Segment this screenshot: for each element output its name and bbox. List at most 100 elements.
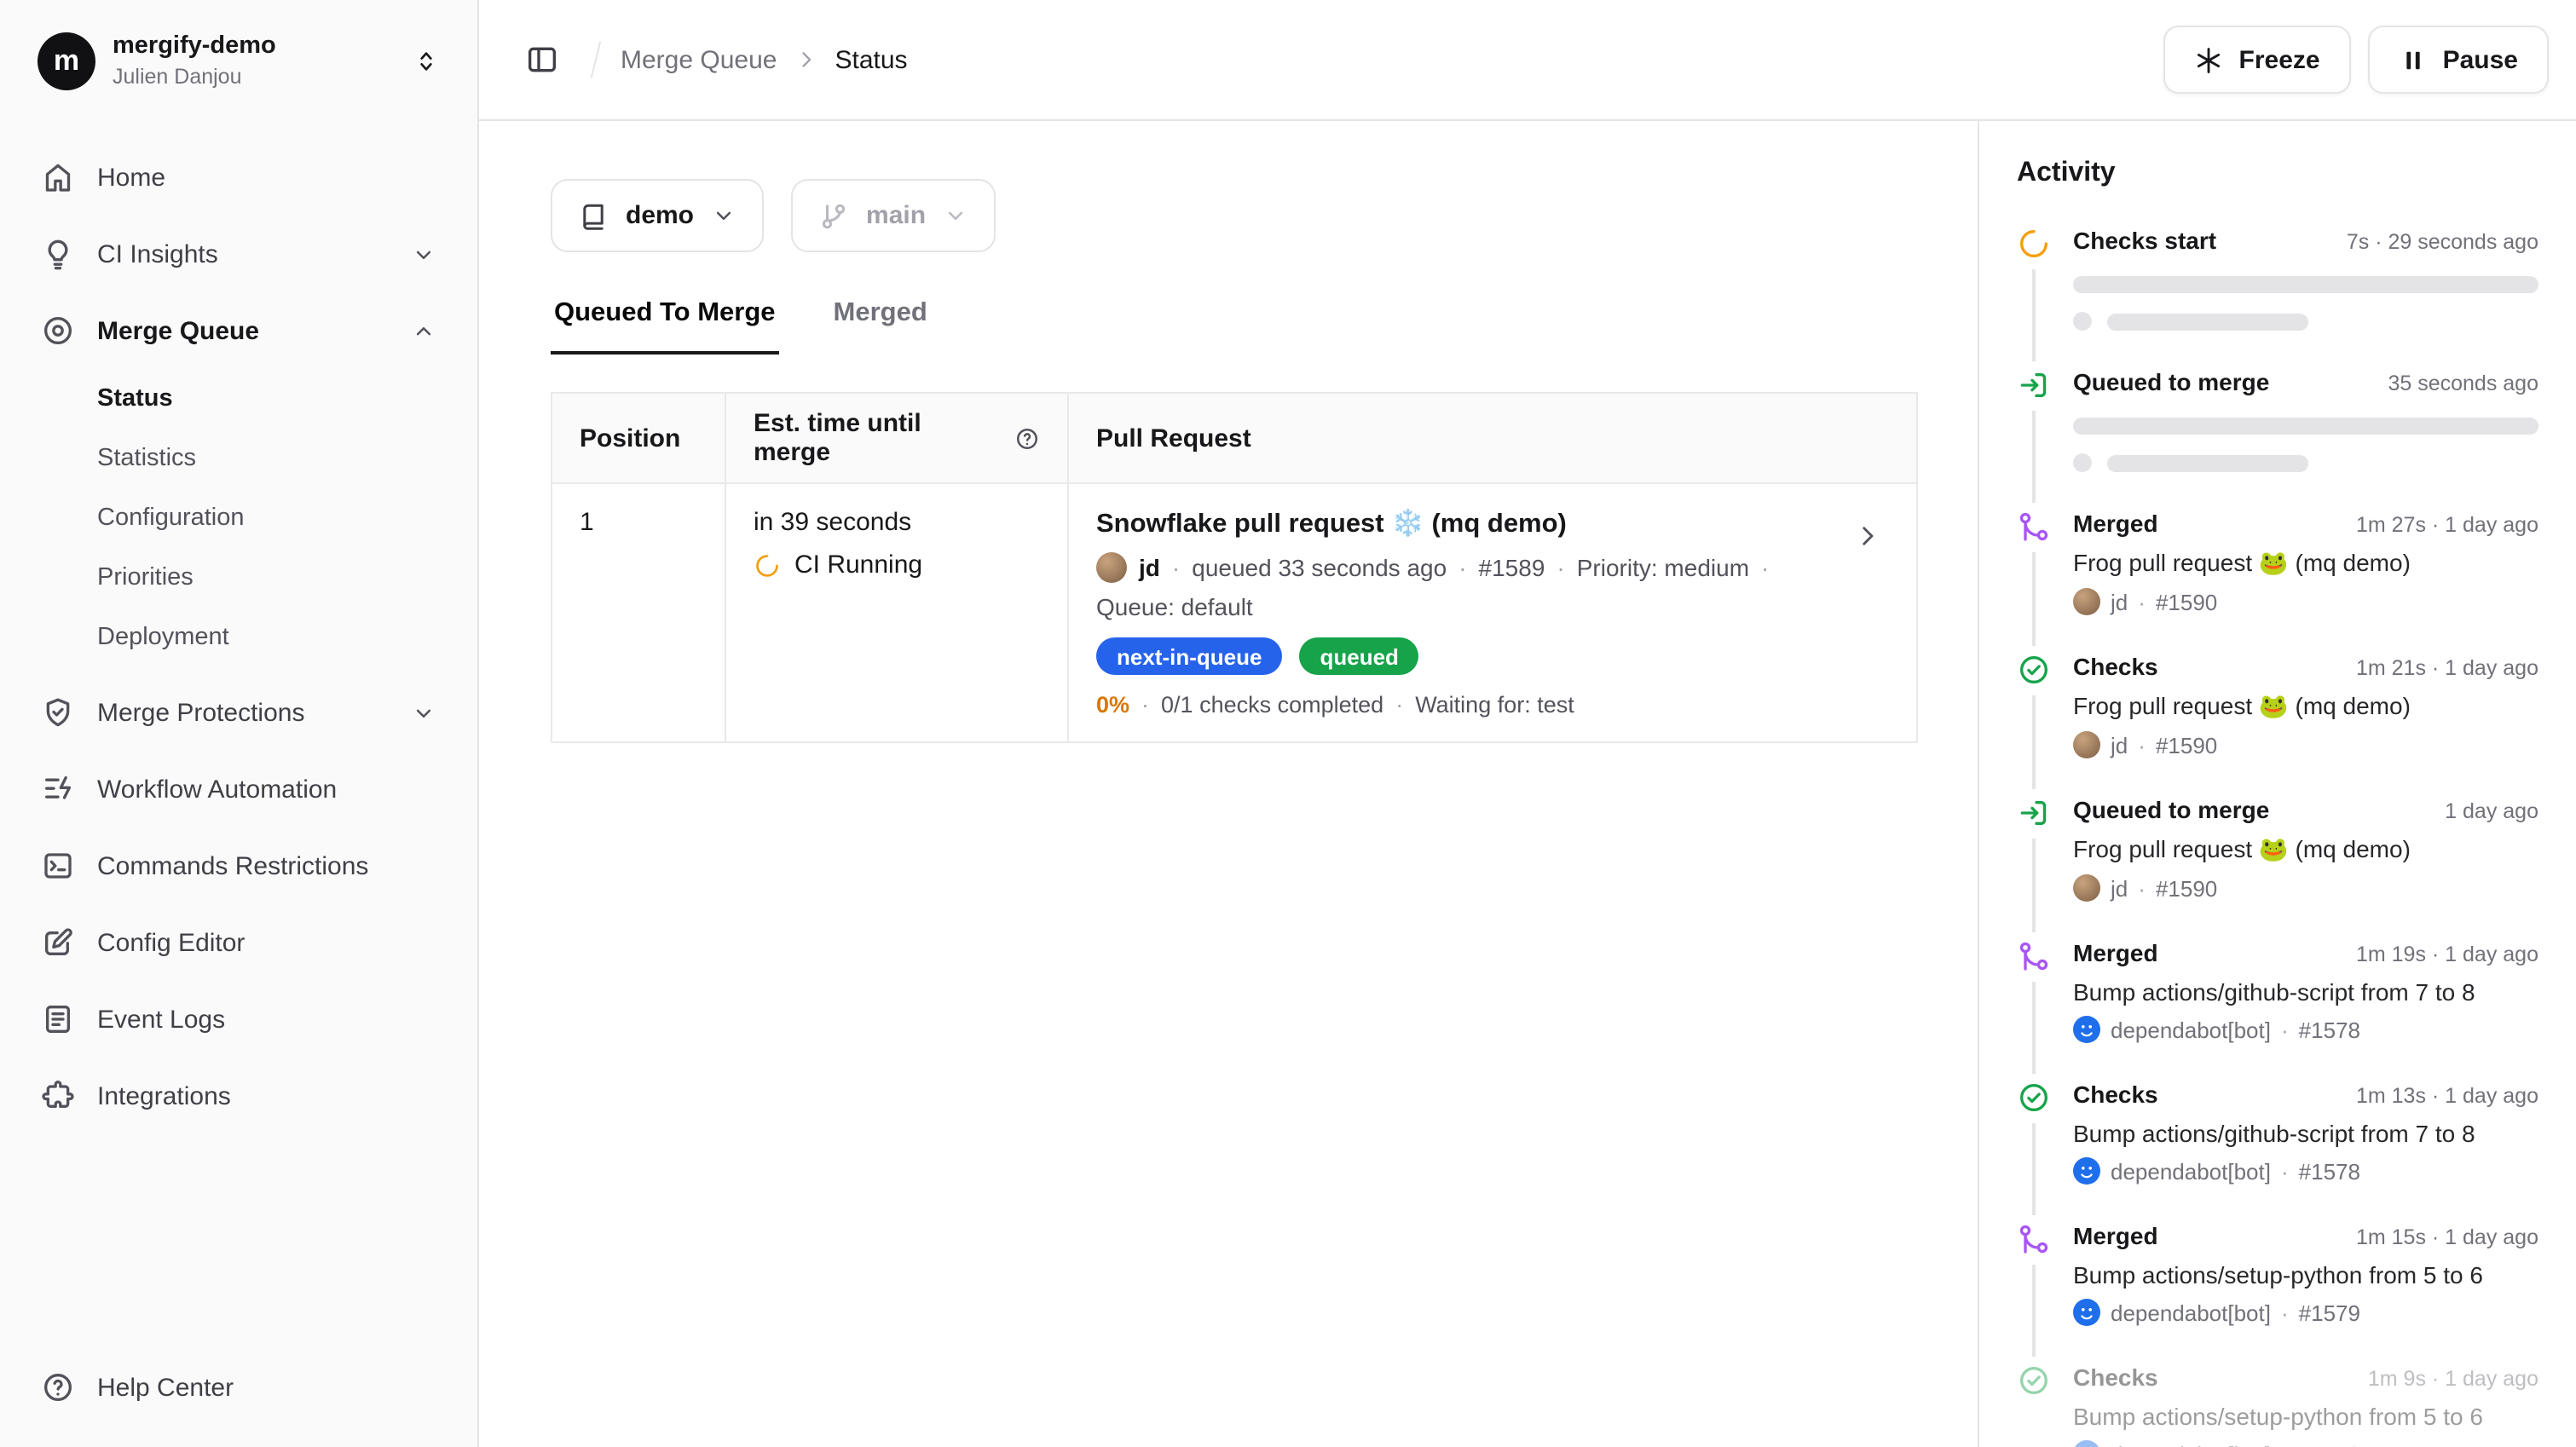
branch-select[interactable]: main xyxy=(791,179,996,252)
sidebar-item-home[interactable]: Home xyxy=(24,145,453,210)
column-label: Pull Request xyxy=(1096,424,1251,453)
sidebar-item-label: Commands Restrictions xyxy=(97,851,368,880)
skeleton-bar xyxy=(2073,418,2538,435)
event-time: 1m 15s · 1 day ago xyxy=(2356,1225,2538,1249)
sidebar-item-ci-insights[interactable]: CI Insights xyxy=(24,222,453,286)
branch-value: main xyxy=(866,201,926,230)
chevron-down-icon xyxy=(711,203,736,228)
sidebar-item-config-editor[interactable]: Config Editor xyxy=(24,910,453,975)
row-position: 1 xyxy=(552,484,726,742)
sidebar-item-configuration[interactable]: Configuration xyxy=(24,489,453,545)
activity-event[interactable]: Merged 1m 15s · 1 day ago Bump actions/s… xyxy=(2017,1222,2538,1326)
sidebar-nav: Home CI Insights Merge Queue Status Stat… xyxy=(24,145,453,1140)
sidebar-item-deployment[interactable]: Deployment xyxy=(24,608,453,665)
sidebar-item-priorities[interactable]: Priorities xyxy=(24,549,453,605)
skeleton-row xyxy=(2073,312,2538,331)
event-time: 7s · 29 seconds ago xyxy=(2347,230,2538,254)
event-header: Checks 1m 9s · 1 day ago xyxy=(2073,1363,2538,1391)
event-pr-number: #1578 xyxy=(2299,1017,2360,1042)
pr-checks: 0% · 0/1 checks completed · Waiting for:… xyxy=(1096,693,1889,718)
pause-label: Pause xyxy=(2443,45,2518,74)
repository-select[interactable]: demo xyxy=(551,179,764,252)
sidebar-item-label: Help Center xyxy=(97,1373,234,1402)
selectors: demo main xyxy=(551,179,1918,252)
separator: · xyxy=(1557,552,1564,583)
event-time: 1m 21s · 1 day ago xyxy=(2356,656,2538,680)
event-pr-title: Bump actions/setup-python from 5 to 6 xyxy=(2073,1403,2538,1430)
activity-event[interactable]: Checks start 7s · 29 seconds ago xyxy=(2017,227,2538,331)
terminal-icon xyxy=(41,849,75,883)
separator: · xyxy=(2281,1300,2289,1325)
org-switcher[interactable]: m mergify-demo Julien Danjou xyxy=(24,20,453,101)
sidebar-item-label: Integrations xyxy=(97,1081,231,1110)
column-est-time: Est. time until merge xyxy=(726,394,1069,482)
sidebar-item-integrations[interactable]: Integrations xyxy=(24,1064,453,1128)
sidebar-item-statistics[interactable]: Statistics xyxy=(24,429,453,486)
pause-icon xyxy=(2399,45,2428,74)
event-time: 1m 13s · 1 day ago xyxy=(2356,1084,2538,1108)
freeze-button[interactable]: Freeze xyxy=(2164,26,2351,94)
skeleton-bar xyxy=(2107,313,2308,330)
activity-event[interactable]: Queued to merge 35 seconds ago xyxy=(2017,368,2538,472)
breadcrumb-merge-queue[interactable]: Merge Queue xyxy=(621,45,777,74)
activity-event[interactable]: Queued to merge 1 day ago Frog pull requ… xyxy=(2017,796,2538,902)
sidebar-item-status[interactable]: Status xyxy=(24,370,453,426)
pencil-square-icon xyxy=(41,925,75,960)
queue-table-header: Position Est. time until merge Pull Requ… xyxy=(552,394,1916,484)
org-avatar-letter: m xyxy=(54,43,79,78)
dependabot-icon xyxy=(2073,1299,2100,1326)
event-author: dependabot[bot] xyxy=(2111,1441,2271,1447)
sidebar-item-merge-queue[interactable]: Merge Queue xyxy=(24,298,453,363)
event-pr-title: Bump actions/setup-python from 5 to 6 xyxy=(2073,1261,2538,1288)
queue-row[interactable]: 1 in 39 seconds CI Running Snowflake pul… xyxy=(552,484,1916,742)
tab-queued-to-merge[interactable]: Queued To Merge xyxy=(551,298,779,355)
event-author: dependabot[bot] xyxy=(2111,1300,2271,1325)
org-name: mergify-demo xyxy=(113,31,396,63)
topbar: Merge Queue Status Freeze Pause xyxy=(479,0,2576,121)
row-est-time: in 39 seconds CI Running xyxy=(726,484,1069,742)
activity-event[interactable]: Checks 1m 21s · 1 day ago Frog pull requ… xyxy=(2017,653,2538,758)
activity-event[interactable]: Checks 1m 13s · 1 day ago Bump actions/g… xyxy=(2017,1081,2538,1185)
sidebar-item-event-logs[interactable]: Event Logs xyxy=(24,987,453,1052)
sidebar-item-workflow-automation[interactable]: Workflow Automation xyxy=(24,757,453,822)
avatar xyxy=(1096,552,1127,583)
checks-waiting-for: Waiting for: test xyxy=(1415,693,1574,718)
skeleton-row xyxy=(2073,453,2538,472)
event-meta: jd · #1590 xyxy=(2073,731,2538,758)
separator: · xyxy=(1761,552,1769,583)
sidebar-toggle-button[interactable] xyxy=(513,31,571,89)
tab-merged[interactable]: Merged xyxy=(830,298,931,355)
pause-button[interactable]: Pause xyxy=(2368,26,2549,94)
event-title: Merged xyxy=(2073,510,2158,537)
workflow-automation-icon xyxy=(41,772,75,806)
event-pr-title: Frog pull request 🐸 (mq demo) xyxy=(2073,835,2538,864)
event-author: dependabot[bot] xyxy=(2111,1158,2271,1184)
event-author: dependabot[bot] xyxy=(2111,1017,2271,1042)
body-row: demo main Queued To Merge Merged xyxy=(479,121,2576,1447)
sidebar-item-help-center[interactable]: Help Center xyxy=(24,1355,453,1420)
pr-title: Snowflake pull request ❄️ (mq demo) xyxy=(1096,508,1889,540)
chevron-down-icon xyxy=(943,203,968,228)
pr-author: jd xyxy=(1139,552,1160,583)
event-title: Checks start xyxy=(2073,227,2216,254)
activity-event[interactable]: Merged 1m 19s · 1 day ago Bump actions/g… xyxy=(2017,939,2538,1043)
pr-number: #1589 xyxy=(1479,552,1545,583)
sidebar-item-merge-protections[interactable]: Merge Protections xyxy=(24,680,453,745)
event-time: 1m 19s · 1 day ago xyxy=(2356,943,2538,966)
sidebar-item-commands-restrictions[interactable]: Commands Restrictions xyxy=(24,833,453,898)
lightbulb-icon xyxy=(41,237,75,271)
main: Merge Queue Status Freeze Pause xyxy=(479,0,2576,1447)
activity-event[interactable]: Checks 1m 9s · 1 day ago Bump actions/se… xyxy=(2017,1363,2538,1447)
avatar xyxy=(2073,588,2100,615)
separator: · xyxy=(2138,732,2146,758)
separator: · xyxy=(1395,693,1403,718)
event-header: Merged 1m 27s · 1 day ago xyxy=(2073,510,2538,537)
badge-next-in-queue: next-in-queue xyxy=(1096,638,1282,676)
event-title: Merged xyxy=(2073,939,2158,966)
info-icon[interactable] xyxy=(1014,425,1040,451)
ci-running-spinner-icon xyxy=(754,551,781,579)
checks-completed: 0/1 checks completed xyxy=(1161,693,1383,718)
activity-event[interactable]: Merged 1m 27s · 1 day ago Frog pull requ… xyxy=(2017,510,2538,615)
org-avatar: m xyxy=(38,32,95,89)
separator: · xyxy=(1141,693,1149,718)
